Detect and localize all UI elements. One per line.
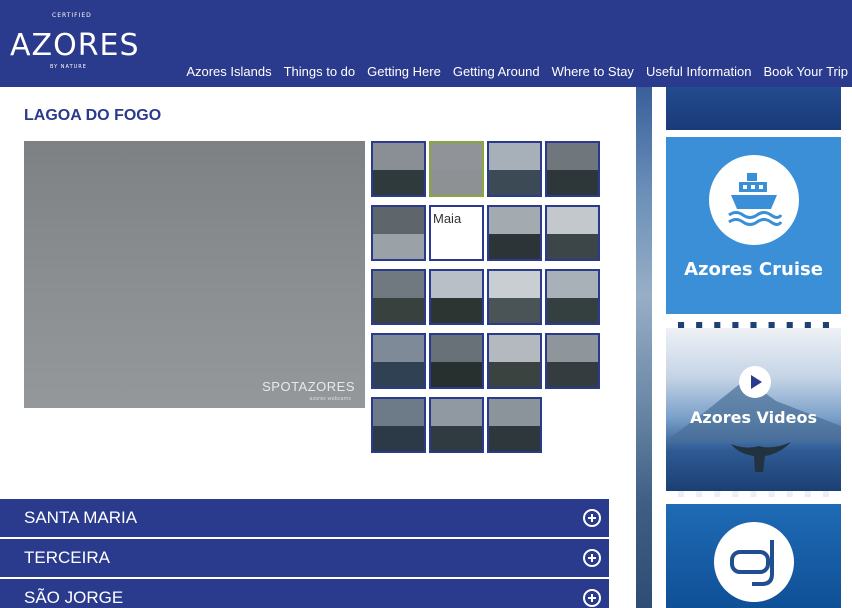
thumbnail-sky xyxy=(431,399,482,427)
thumbnail-land xyxy=(489,426,540,451)
webcam-thumbnail[interactable] xyxy=(545,333,600,389)
ship-icon xyxy=(709,155,799,245)
webcam-thumbnail[interactable] xyxy=(545,141,600,197)
webcam-thumbnail[interactable] xyxy=(371,397,426,453)
nav-book-your-trip[interactable]: Book Your Trip xyxy=(763,64,848,79)
accordion-sao-jorge[interactable]: SÃO JORGE xyxy=(0,579,609,608)
thumbnail-land xyxy=(431,170,482,195)
cruise-label: Azores Cruise xyxy=(684,259,823,280)
page: CERTIFIED AZORES BY NATURE Azores Island… xyxy=(0,0,852,608)
section-title: LAGOA DO FOGO xyxy=(24,107,162,124)
thumbnail-land xyxy=(489,298,540,323)
accordion-label: SÃO JORGE xyxy=(24,588,124,607)
webcam-thumbnail[interactable]: Maia xyxy=(429,205,484,261)
thumbnail-land xyxy=(431,298,482,323)
webcam-thumbnail[interactable] xyxy=(545,205,600,261)
plus-circle-icon[interactable] xyxy=(583,509,601,527)
thumbnail-sky xyxy=(373,399,424,427)
thumbnail-sky xyxy=(547,207,598,235)
thumbnail-land xyxy=(431,362,482,387)
dive-banner[interactable] xyxy=(666,504,841,608)
webcam-thumbnail[interactable] xyxy=(371,333,426,389)
thumbnail-land xyxy=(547,298,598,323)
main-nav: Azores Islands Things to do Getting Here… xyxy=(186,64,848,79)
thumbnail-grid: Maia xyxy=(371,141,603,453)
thumbnail-sky xyxy=(373,207,424,235)
videos-banner[interactable]: Azores Videos xyxy=(666,322,841,497)
logo-word: AZORES xyxy=(10,28,140,63)
thumbnail-sky xyxy=(373,271,424,299)
webcam-thumbnail[interactable] xyxy=(545,269,600,325)
logo-bottom-text: BY NATURE xyxy=(50,64,87,70)
thumbnail-sky xyxy=(547,271,598,299)
thumbnail-sky xyxy=(431,271,482,299)
plus-circle-icon[interactable] xyxy=(583,589,601,607)
thumbnail-land xyxy=(373,234,424,259)
webcam-thumbnail[interactable] xyxy=(429,397,484,453)
thumbnail-land xyxy=(489,234,540,259)
thumbnail-sky xyxy=(489,399,540,427)
thumbnail-land xyxy=(373,170,424,195)
logo-top-text: CERTIFIED xyxy=(52,12,92,19)
nav-where-to-stay[interactable]: Where to Stay xyxy=(552,64,634,79)
webcam-thumbnail[interactable] xyxy=(487,269,542,325)
thumbnail-sky xyxy=(489,335,540,363)
thumbnail-sky xyxy=(373,143,424,171)
thumbnail-sky xyxy=(489,143,540,171)
background-strip xyxy=(636,87,652,608)
play-icon[interactable] xyxy=(739,366,771,398)
webcam-thumbnail[interactable] xyxy=(371,269,426,325)
webcam-thumbnail[interactable] xyxy=(487,205,542,261)
accordion-santa-maria[interactable]: SANTA MARIA xyxy=(0,499,609,537)
webcam-brand-sub: azores webcams xyxy=(309,396,351,402)
whale-tail-icon xyxy=(731,442,791,472)
thumbnail-land xyxy=(547,234,598,259)
cruise-banner[interactable]: Azores Cruise xyxy=(666,137,841,314)
accordion-label: TERCEIRA xyxy=(24,548,110,567)
thumbnail-sky xyxy=(373,335,424,363)
thumbnail-land xyxy=(373,426,424,451)
snorkel-mask-icon xyxy=(714,522,794,602)
thumbnail-sky xyxy=(431,143,482,171)
videos-label: Azores Videos xyxy=(690,408,817,427)
nav-useful-information[interactable]: Useful Information xyxy=(646,64,752,79)
plus-circle-icon[interactable] xyxy=(583,549,601,567)
azores-logo[interactable]: CERTIFIED AZORES BY NATURE xyxy=(10,10,139,75)
thumbnail-land xyxy=(373,362,424,387)
nav-getting-here[interactable]: Getting Here xyxy=(367,64,441,79)
webcam-thumbnail[interactable] xyxy=(487,333,542,389)
webcam-thumbnail[interactable] xyxy=(429,269,484,325)
thumbnail-sky xyxy=(489,207,540,235)
island-accordion: SANTA MARIA TERCEIRA SÃO JORGE xyxy=(0,499,609,608)
thumbnail-land xyxy=(431,426,482,451)
thumbnail-land xyxy=(547,170,598,195)
nav-getting-around[interactable]: Getting Around xyxy=(453,64,540,79)
webcam-thumbnail[interactable] xyxy=(371,205,426,261)
webcam-thumbnail[interactable] xyxy=(429,141,484,197)
webcam-thumbnail[interactable] xyxy=(371,141,426,197)
webcam-image[interactable]: SPOTAZORES azores webcams xyxy=(24,141,365,408)
thumbnail-land xyxy=(489,170,540,195)
thumbnail-sky xyxy=(547,335,598,363)
nav-azores-islands[interactable]: Azores Islands xyxy=(186,64,271,79)
sea-banner[interactable] xyxy=(666,87,841,130)
thumbnail-land xyxy=(547,362,598,387)
webcam-thumbnail[interactable] xyxy=(487,141,542,197)
accordion-label: SANTA MARIA xyxy=(24,508,138,527)
site-header: CERTIFIED AZORES BY NATURE Azores Island… xyxy=(0,0,852,87)
webcam-thumbnail[interactable] xyxy=(487,397,542,453)
thumbnail-sky xyxy=(547,143,598,171)
nav-things-to-do[interactable]: Things to do xyxy=(284,64,356,79)
thumbnail-sky xyxy=(431,335,482,363)
webcam-brand: SPOTAZORES xyxy=(262,379,355,394)
thumbnail-land xyxy=(373,298,424,323)
thumbnail-sky xyxy=(489,271,540,299)
thumbnail-land xyxy=(489,362,540,387)
webcam-thumbnail[interactable] xyxy=(429,333,484,389)
accordion-terceira[interactable]: TERCEIRA xyxy=(0,539,609,577)
broken-image-alt: Maia xyxy=(433,211,462,226)
